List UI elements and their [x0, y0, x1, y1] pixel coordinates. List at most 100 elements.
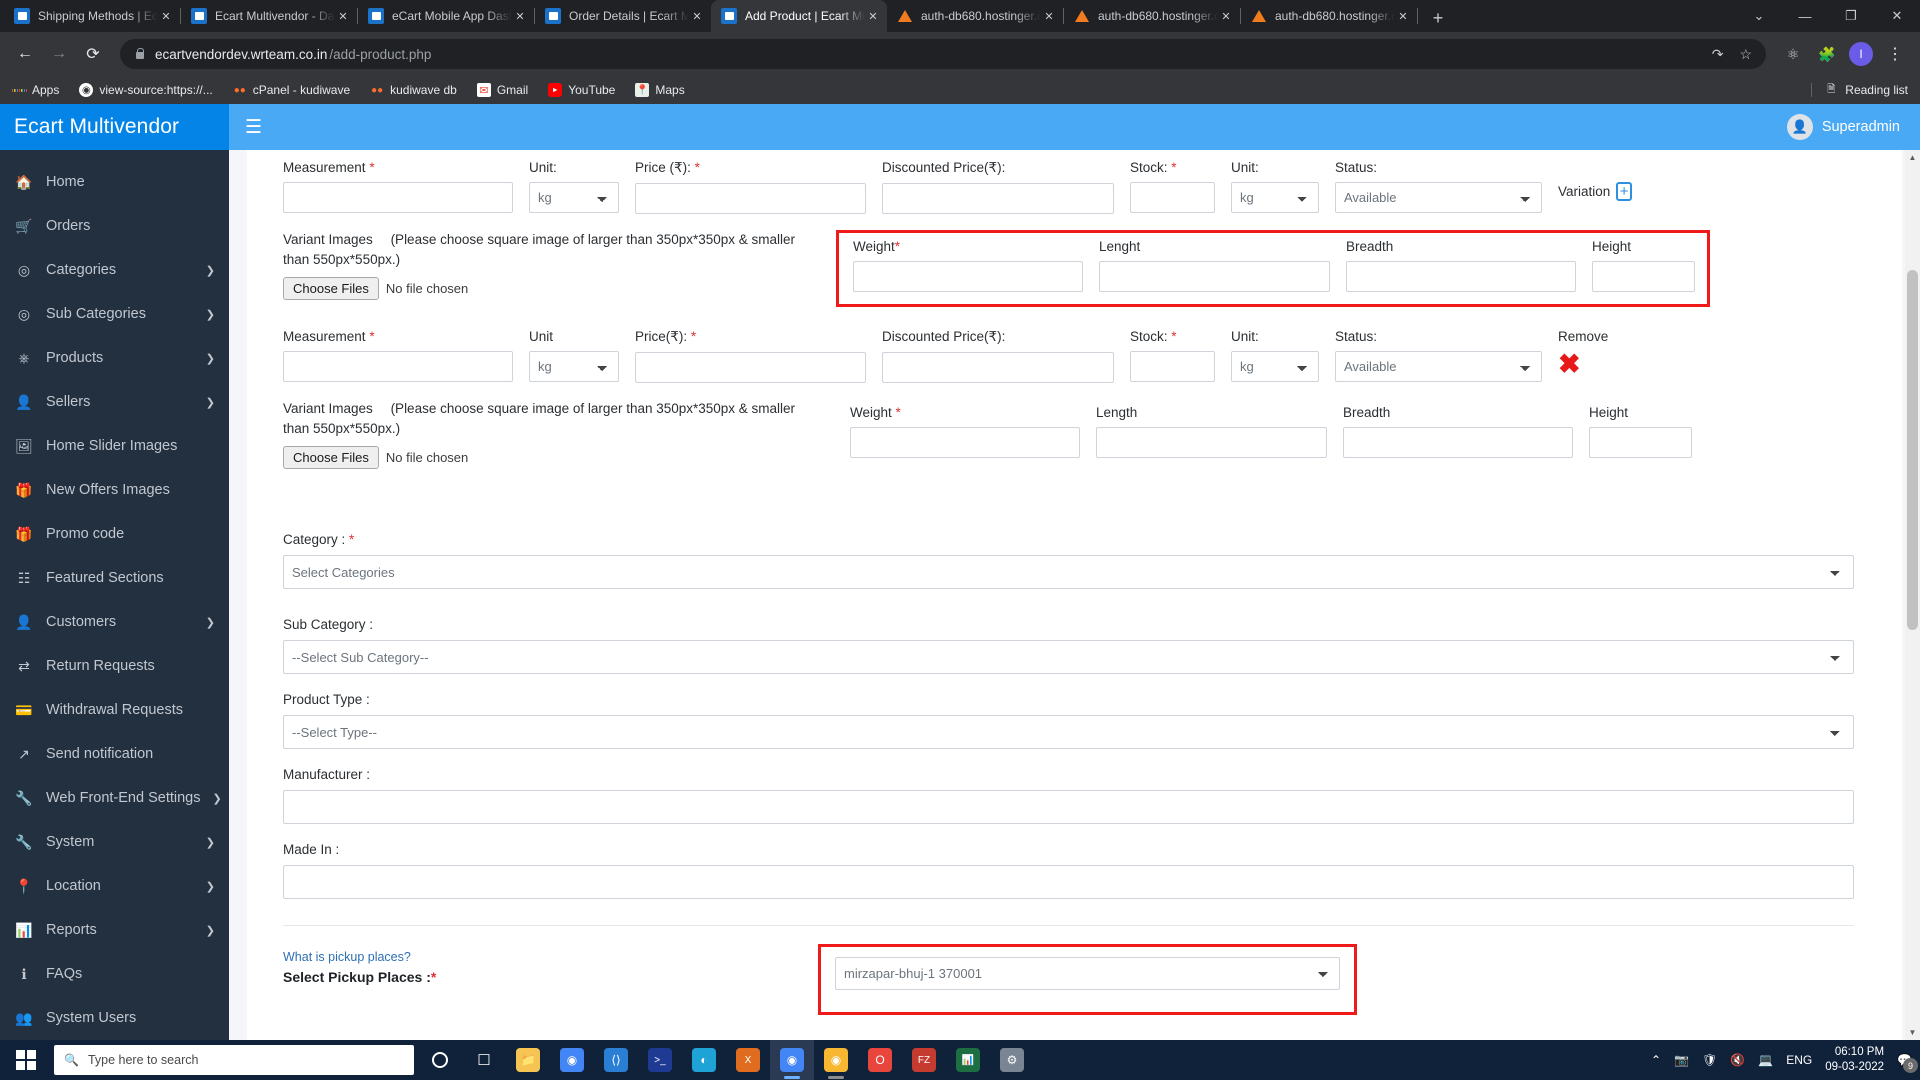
bookmark-apps[interactable]: Apps [12, 83, 59, 97]
extension-grid-icon[interactable]: ⚛ [1778, 39, 1808, 69]
variant-1-height-input[interactable] [1592, 261, 1695, 292]
taskbar-search[interactable]: 🔍 Type here to search [54, 1045, 414, 1075]
sidebar-item-categories[interactable]: ◎ Categories ❯ [0, 248, 229, 292]
variant-1-discount-input[interactable] [882, 183, 1114, 214]
variant-2-measurement-input[interactable] [283, 351, 513, 382]
sub-category-select[interactable]: --Select Sub Category-- [283, 640, 1854, 674]
variant-2-weight-input[interactable] [850, 427, 1080, 458]
variant-2-unit-select[interactable]: kg [529, 351, 619, 382]
what-is-pickup-places-link[interactable]: What is pickup places? [283, 950, 411, 964]
notification-center-icon[interactable]: 💬 9 [1897, 1053, 1918, 1073]
hamburger-icon[interactable]: ☰ [245, 118, 262, 137]
clock[interactable]: 06:10 PM 09-03-2022 [1825, 1045, 1884, 1075]
made-in-input[interactable] [283, 865, 1854, 899]
camera-icon[interactable]: 📷 [1674, 1053, 1689, 1067]
sidebar-item-system-users[interactable]: 👥 System Users [0, 996, 229, 1040]
share-icon[interactable]: ↷ [1712, 47, 1724, 61]
powershell-icon[interactable]: >_ [638, 1040, 682, 1080]
variant-1-weight-input[interactable] [853, 261, 1083, 292]
chrome-active-icon[interactable]: ◉ [770, 1040, 814, 1080]
browser-tab-5[interactable]: auth-db680.hostinger.com ✕ [887, 0, 1063, 32]
page-scrollbar[interactable]: ▲ ▼ [1905, 150, 1920, 1040]
pickup-places-select[interactable]: mirzapar-bhuj-1 370001 [835, 957, 1340, 990]
bookmark-view-source[interactable]: ◉ view-source:https://... [79, 83, 213, 97]
sidebar-item-web-front-end-settings[interactable]: 🔧 Web Front-End Settings ❯ [0, 776, 229, 820]
variant-2-length-input[interactable] [1096, 427, 1327, 458]
edge-icon[interactable]: ◐ [682, 1040, 726, 1080]
start-button[interactable] [2, 1040, 50, 1080]
close-icon[interactable]: ✕ [1395, 10, 1411, 23]
variant-1-stock-input[interactable] [1130, 182, 1215, 213]
browser-tab-0[interactable]: Shipping Methods | Ecart M ✕ [4, 0, 180, 32]
sidebar-item-home[interactable]: 🏠 Home [0, 160, 229, 204]
maximize-button[interactable]: ❐ [1828, 0, 1874, 32]
bookmark-gmail[interactable]: ✉ Gmail [476, 83, 528, 97]
new-tab-button[interactable]: + [1424, 4, 1452, 32]
network-icon[interactable]: 💻 [1758, 1053, 1773, 1067]
filezilla-icon[interactable]: FZ [902, 1040, 946, 1080]
defender-icon[interactable]: 🛡 [1702, 1053, 1717, 1067]
close-icon[interactable]: ✕ [1218, 10, 1234, 23]
close-icon[interactable]: ✕ [158, 10, 174, 23]
address-bar[interactable]: ecartvendordev.wrteam.co.in /add-product… [120, 39, 1766, 69]
sidebar-item-customers[interactable]: 👤 Customers ❯ [0, 600, 229, 644]
puzzle-icon[interactable]: 🧩 [1812, 39, 1842, 69]
variant-2-height-input[interactable] [1589, 427, 1692, 458]
language-indicator[interactable]: ENG [1786, 1053, 1812, 1067]
sidebar-item-orders[interactable]: 🛒 Orders [0, 204, 229, 248]
browser-tab-1[interactable]: Ecart Multivendor - Dashbo ✕ [181, 0, 357, 32]
close-icon[interactable]: ✕ [512, 10, 528, 23]
reload-icon[interactable]: ⟳ [78, 39, 108, 69]
forward-icon[interactable]: → [44, 39, 74, 69]
sidebar-item-sellers[interactable]: 👤 Sellers ❯ [0, 380, 229, 424]
variant-1-unit-select[interactable]: kg [529, 182, 619, 213]
sidebar-item-promo-code[interactable]: 🎁 Promo code [0, 512, 229, 556]
browser-tab-6[interactable]: auth-db680.hostinger.com ✕ [1064, 0, 1240, 32]
sidebar-item-home-slider-images[interactable]: 🖼 Home Slider Images [0, 424, 229, 468]
variant-2-breadth-input[interactable] [1343, 427, 1573, 458]
minimize-button[interactable]: — [1782, 0, 1828, 32]
tab-search-icon[interactable]: ⌄ [1736, 0, 1782, 32]
sidebar-item-reports[interactable]: 📊 Reports ❯ [0, 908, 229, 952]
close-icon[interactable]: ✕ [689, 10, 705, 23]
user-menu[interactable]: 👤 Superadmin [1786, 114, 1900, 140]
close-window-button[interactable]: ✕ [1874, 0, 1920, 32]
variant-1-choose-files-button[interactable]: Choose Files [283, 277, 379, 301]
variant-1-price-input[interactable] [635, 183, 866, 214]
variant-1-length-input[interactable] [1099, 261, 1330, 292]
sidebar-item-system[interactable]: 🔧 System ❯ [0, 820, 229, 864]
variant-2-status-select[interactable]: Available [1335, 351, 1542, 382]
variant-2-choose-files-button[interactable]: Choose Files [283, 446, 379, 470]
vscode-icon[interactable]: ⟨⟩ [594, 1040, 638, 1080]
sidebar-item-sub-categories[interactable]: ◎ Sub Categories ❯ [0, 292, 229, 336]
sidebar-item-featured-sections[interactable]: ☷ Featured Sections [0, 556, 229, 600]
category-select[interactable]: Select Categories [283, 555, 1854, 589]
reading-list-button[interactable]: 🗎 Reading list [1811, 83, 1908, 97]
sidebar-item-return-requests[interactable]: ⇄ Return Requests [0, 644, 229, 688]
star-icon[interactable]: ☆ [1739, 47, 1752, 61]
excel-icon[interactable]: 📊 [946, 1040, 990, 1080]
app-icon[interactable]: ⚙ [990, 1040, 1034, 1080]
bookmark-cpanel[interactable]: ●● cPanel - kudiwave [233, 83, 350, 97]
close-icon[interactable]: ✕ [865, 10, 881, 23]
bookmark-maps[interactable]: 📍 Maps [635, 83, 685, 97]
close-icon[interactable]: ✕ [1041, 10, 1057, 23]
cortana-icon[interactable] [418, 1040, 462, 1080]
variant-1-status-select[interactable]: Available [1335, 182, 1542, 213]
task-view-icon[interactable]: ☐ [462, 1040, 506, 1080]
scroll-down-arrow-icon[interactable]: ▼ [1905, 1025, 1920, 1040]
variant-1-stock-unit-select[interactable]: kg [1231, 182, 1319, 213]
browser-tab-4-active[interactable]: Add Product | Ecart Multiv ✕ [711, 0, 887, 32]
sidebar-item-location[interactable]: 📍 Location ❯ [0, 864, 229, 908]
browser-tab-7[interactable]: auth-db680.hostinger.com ✕ [1241, 0, 1417, 32]
bookmark-youtube[interactable]: ► YouTube [548, 83, 615, 97]
volume-muted-icon[interactable]: 🔇 [1730, 1053, 1745, 1067]
back-icon[interactable]: ← [10, 39, 40, 69]
sidebar-item-faqs[interactable]: ℹ FAQs [0, 952, 229, 996]
bookmark-kudiwave-db[interactable]: ●● kudiwave db [370, 83, 457, 97]
browser-menu-icon[interactable]: ⋮ [1880, 39, 1910, 69]
xampp-icon[interactable]: X [726, 1040, 770, 1080]
file-explorer-icon[interactable]: 📁 [506, 1040, 550, 1080]
avatar[interactable]: I [1846, 39, 1876, 69]
chrome-icon[interactable]: ◉ [550, 1040, 594, 1080]
